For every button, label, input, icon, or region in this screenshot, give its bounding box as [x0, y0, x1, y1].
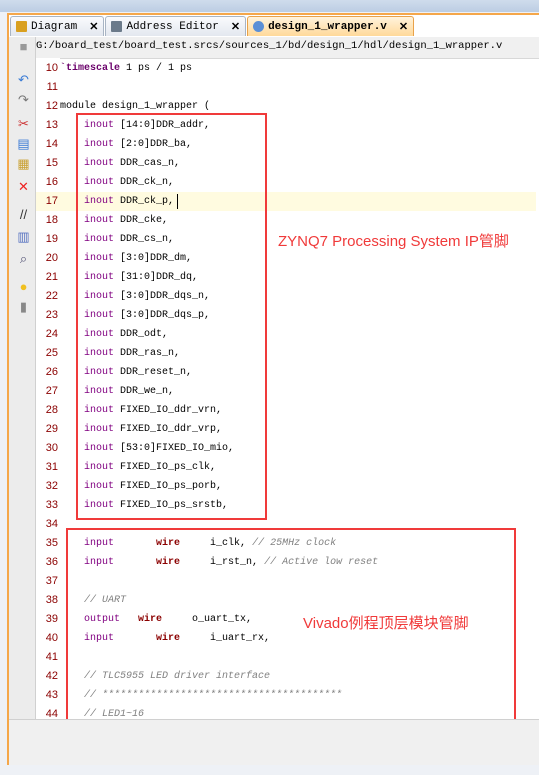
- horizontal-scrollbar[interactable]: [9, 719, 539, 765]
- line-number: 20: [45, 252, 58, 264]
- cut-icon[interactable]: ✂: [16, 116, 31, 131]
- tab-address-editor[interactable]: Address Editor ✕: [105, 16, 247, 36]
- line-number: 13: [45, 119, 58, 131]
- redo-icon[interactable]: ↷: [16, 92, 31, 107]
- select-all-icon[interactable]: ▥: [16, 229, 31, 244]
- line-number: 16: [45, 176, 58, 188]
- line-number: 10: [45, 62, 58, 74]
- line-number: 17: [45, 195, 58, 207]
- editor-tabs: Diagram ✕ Address Editor ✕ design_1_wrapper.…: [10, 16, 415, 36]
- line-number: 32: [45, 480, 58, 492]
- line-number: 43: [45, 689, 58, 701]
- line-number: 35: [45, 537, 58, 549]
- line-number: 22: [45, 290, 58, 302]
- tab-design-1-wrapper-v[interactable]: design_1_wrapper.v ✕: [247, 16, 415, 36]
- line-number: 19: [45, 233, 58, 245]
- line-number: 12: [45, 100, 58, 112]
- line-number: 41: [45, 651, 58, 663]
- line-number: 42: [45, 670, 58, 682]
- verilog-file-icon: [253, 21, 265, 32]
- file-path: G:/board_test/board_test.srcs/sources_1/…: [36, 40, 503, 52]
- line-number: 27: [45, 385, 58, 397]
- copy-icon[interactable]: ▤: [16, 136, 31, 151]
- code-token: 1 ps / 1 ps: [120, 63, 193, 74]
- line-number: 36: [45, 556, 58, 568]
- line-number: 38: [45, 594, 58, 606]
- close-icon[interactable]: ✕: [89, 20, 98, 34]
- comment-icon[interactable]: //: [16, 207, 31, 222]
- editor-toolbar: ■ ↶ ↷ ✂ ▤ ▦ ✕ // ▥ ⌕ ● ▮: [9, 37, 36, 719]
- save-icon: ■: [19, 39, 28, 54]
- line-number: 23: [45, 309, 58, 321]
- tab-label: design_1_wrapper.v: [268, 20, 387, 33]
- code-token: `timescale: [60, 63, 121, 74]
- delete-icon[interactable]: ✕: [16, 179, 31, 194]
- tab-diagram[interactable]: Diagram ✕: [10, 16, 105, 36]
- tab-label: Address Editor: [126, 20, 219, 33]
- line-number: 29: [45, 423, 58, 435]
- undo-icon[interactable]: ↶: [16, 72, 31, 87]
- lightbulb-icon[interactable]: ●: [16, 279, 31, 294]
- line-number: 18: [45, 214, 58, 226]
- line-number: 40: [45, 632, 58, 644]
- code-line: 11: [36, 78, 536, 97]
- line-number: 31: [45, 461, 58, 473]
- line-number: 33: [45, 499, 58, 511]
- line-number: 30: [45, 442, 58, 454]
- window-title-bar: [0, 0, 539, 12]
- paste-icon[interactable]: ▦: [16, 156, 31, 171]
- line-number: 24: [45, 328, 58, 340]
- find-icon[interactable]: ⌕: [16, 251, 31, 266]
- template-icon[interactable]: ▮: [16, 299, 31, 314]
- line-number: 21: [45, 271, 58, 283]
- ps-pins-annotation: ZYNQ7 Processing System IP管脚: [278, 233, 509, 250]
- line-number: 26: [45, 366, 58, 378]
- ps-pins-highlight-box: [76, 113, 267, 520]
- top-pins-annotation: Vivado例程顶层模块管脚: [303, 615, 469, 632]
- line-number: 28: [45, 404, 58, 416]
- line-number: 15: [45, 157, 58, 169]
- address-editor-icon: [111, 21, 123, 32]
- line-number: 14: [45, 138, 58, 150]
- close-icon[interactable]: ✕: [231, 20, 240, 34]
- tab-label: Diagram: [31, 20, 78, 33]
- line-number: 34: [45, 518, 58, 530]
- diagram-icon: [16, 21, 27, 32]
- code-line: 10 `timescale 1 ps / 1 ps: [36, 59, 536, 78]
- line-number: 37: [45, 575, 58, 587]
- line-number: 39: [45, 613, 58, 625]
- line-number: 25: [45, 347, 58, 359]
- line-number: 11: [46, 81, 58, 93]
- close-icon[interactable]: ✕: [399, 20, 408, 34]
